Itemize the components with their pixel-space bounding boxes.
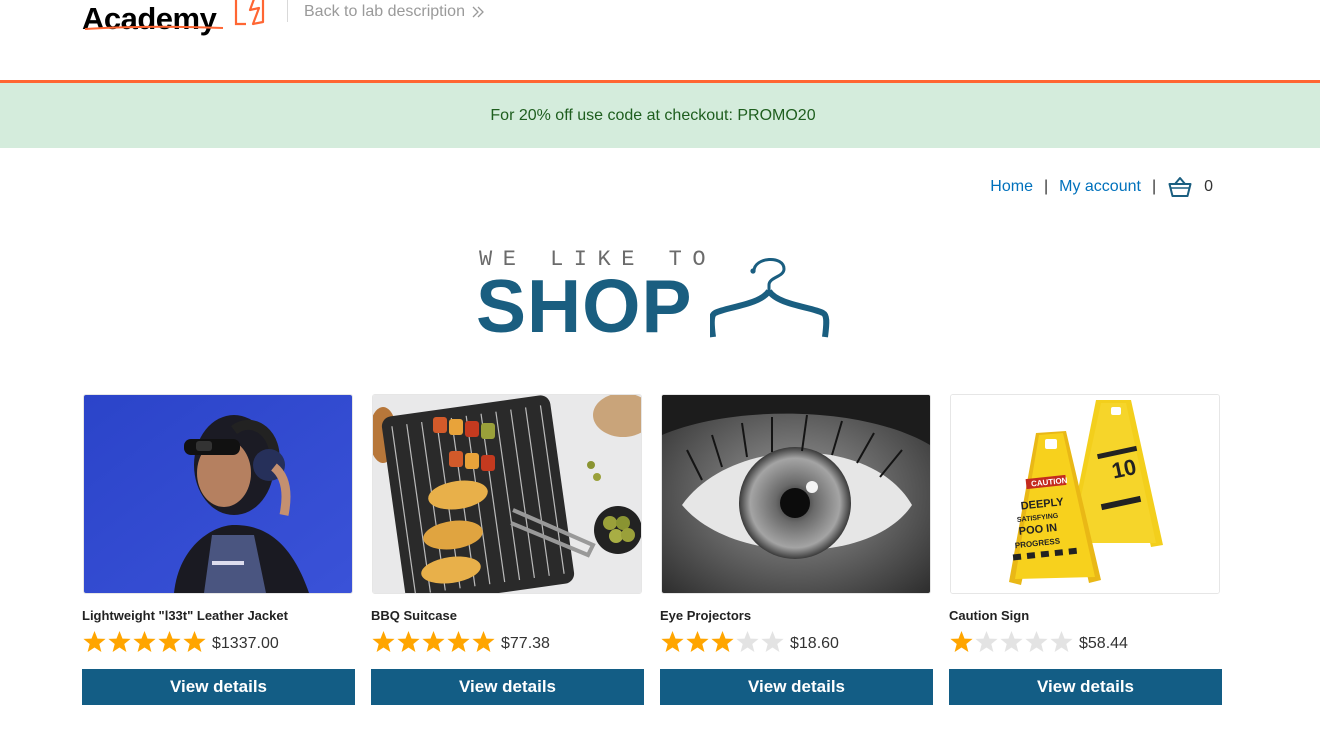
product-name: Eye Projectors xyxy=(660,608,752,623)
star-icon xyxy=(975,631,998,652)
top-navigation: Home | My account | 0 xyxy=(990,176,1213,198)
product-image-eye-projectors[interactable] xyxy=(661,394,931,594)
star-icon xyxy=(422,631,445,652)
product-name: Lightweight "l33t" Leather Jacket xyxy=(82,608,288,623)
product-image-jacket[interactable] xyxy=(83,394,353,594)
product-price: $1337.00 xyxy=(212,634,279,652)
star-icon xyxy=(83,631,106,652)
view-details-button[interactable]: View details xyxy=(660,669,933,705)
product-rating: $18.60 xyxy=(660,630,839,653)
header-divider xyxy=(287,0,288,22)
star-icon xyxy=(661,631,684,652)
star-icon xyxy=(711,631,734,652)
star-icon xyxy=(761,631,784,652)
my-account-link[interactable]: My account xyxy=(1059,178,1141,196)
star-icon xyxy=(158,631,181,652)
star-icon xyxy=(372,631,395,652)
star-icon xyxy=(108,631,131,652)
double-chevron-right-icon xyxy=(472,6,484,18)
product-rating: $77.38 xyxy=(371,630,550,653)
star-icon xyxy=(183,631,206,652)
product-rating: $1337.00 xyxy=(82,630,279,653)
product-image-caution-sign[interactable]: 10 CAUTION DEEPLY SATISFYING POO IN PROG… xyxy=(950,394,1220,594)
academy-logo[interactable]: Academy xyxy=(82,0,265,34)
star-icon xyxy=(686,631,709,652)
promo-banner: For 20% off use code at checkout: PROMO2… xyxy=(0,83,1320,148)
product-price: $58.44 xyxy=(1079,634,1128,652)
star-icon xyxy=(472,631,495,652)
product-name: Caution Sign xyxy=(949,608,1030,623)
shop-banner: WE LIKE TO SHOP xyxy=(476,245,836,345)
star-icon xyxy=(447,631,470,652)
home-link[interactable]: Home xyxy=(990,178,1033,196)
nav-separator: | xyxy=(1151,178,1157,195)
cart-count: 0 xyxy=(1204,178,1213,195)
promo-text: For 20% off use code at checkout: PROMO2… xyxy=(490,106,816,124)
logo-underline-icon xyxy=(84,25,224,30)
star-icon xyxy=(1050,631,1073,652)
star-icon xyxy=(950,631,973,652)
site-header: Academy Back to lab description xyxy=(0,0,1320,80)
product-rating: $58.44 xyxy=(949,630,1128,653)
product-name: BBQ Suitcase xyxy=(371,608,457,623)
star-icon xyxy=(1025,631,1048,652)
banner-title: SHOP xyxy=(476,264,693,348)
lightning-logo-icon xyxy=(234,0,265,26)
woman-headphones-image xyxy=(84,395,352,593)
view-details-button[interactable]: View details xyxy=(949,669,1222,705)
view-details-button[interactable]: View details xyxy=(371,669,644,705)
back-link-label: Back to lab description xyxy=(304,3,465,20)
star-icon xyxy=(1000,631,1023,652)
view-details-button[interactable]: View details xyxy=(82,669,355,705)
nav-separator: | xyxy=(1043,178,1049,195)
cart-link[interactable]: 0 xyxy=(1168,176,1213,198)
basket-icon xyxy=(1168,177,1192,197)
star-icon xyxy=(133,631,156,652)
star-icon xyxy=(736,631,759,652)
clothes-hanger-icon xyxy=(710,258,830,338)
bbq-grill-image xyxy=(373,395,641,593)
star-icon xyxy=(397,631,420,652)
product-image-bbq-suitcase[interactable] xyxy=(372,394,642,594)
eye-closeup-image xyxy=(662,395,930,593)
svg-text:10: 10 xyxy=(1109,454,1138,484)
product-price: $18.60 xyxy=(790,634,839,652)
caution-sign-image: 10 CAUTION DEEPLY SATISFYING POO IN PROG… xyxy=(951,395,1219,593)
back-to-lab-link[interactable]: Back to lab description xyxy=(304,3,485,21)
product-price: $77.38 xyxy=(501,634,550,652)
